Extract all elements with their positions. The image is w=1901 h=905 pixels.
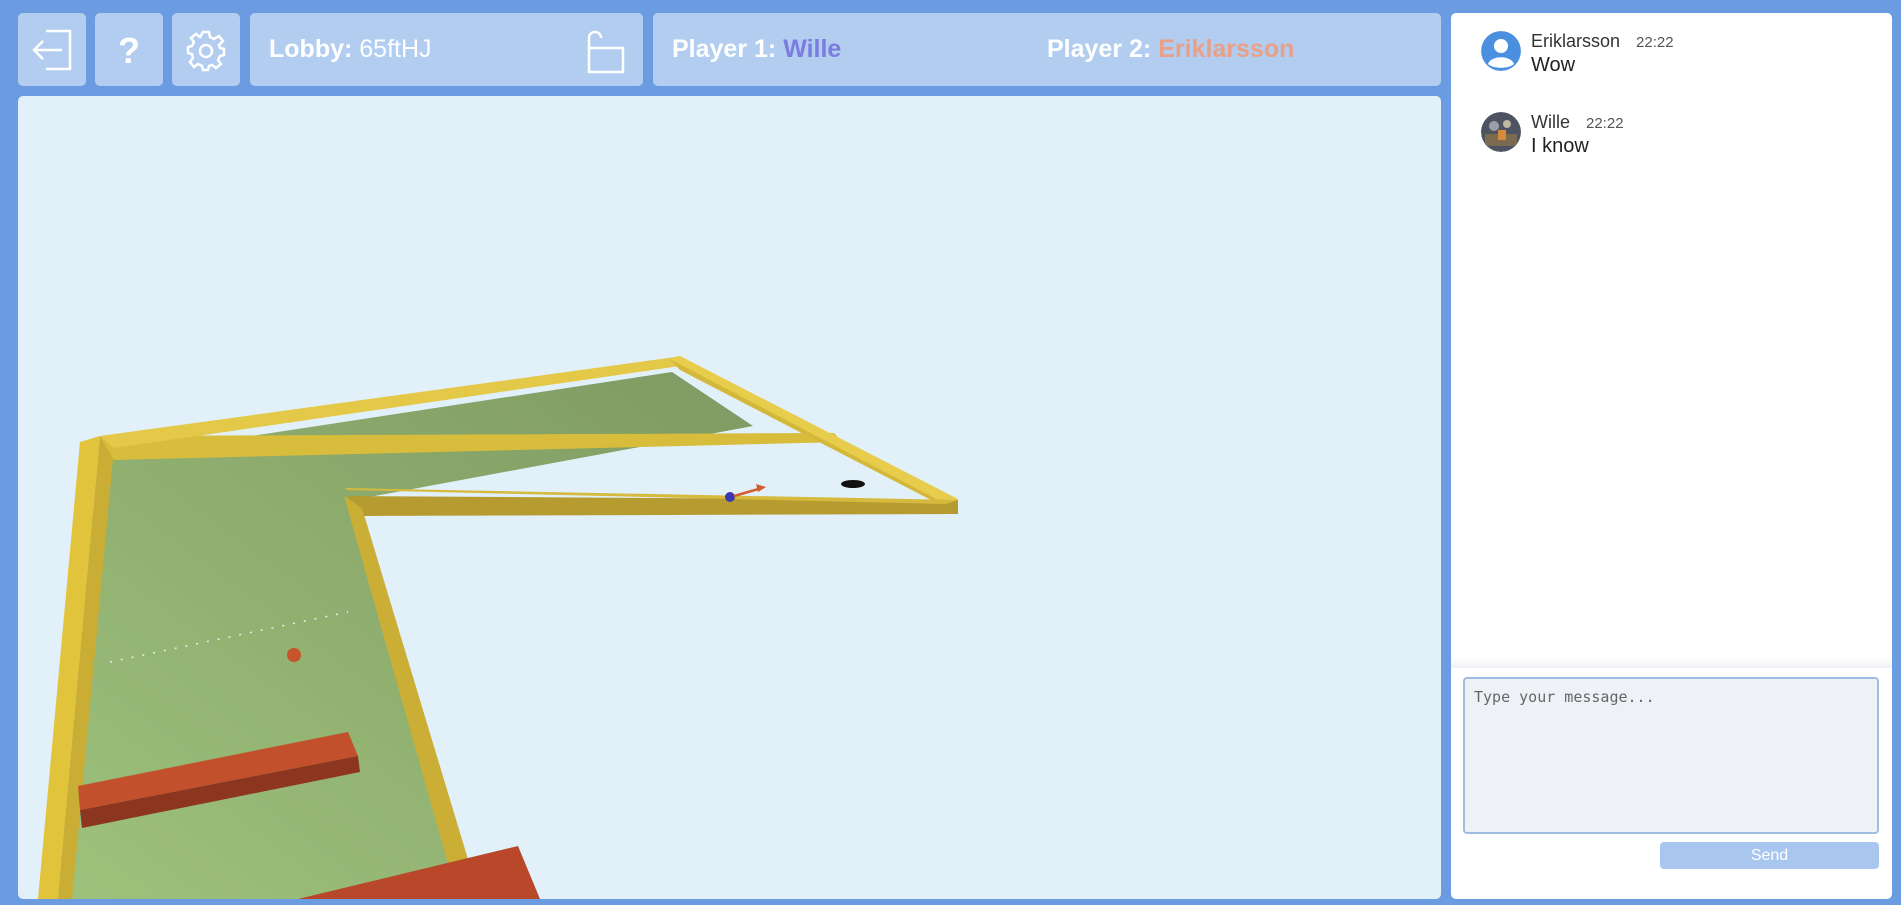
player2-label: Player 2: xyxy=(1047,35,1152,63)
game-canvas[interactable] xyxy=(18,96,1441,899)
player1-info: Player 1: Wille xyxy=(672,35,841,64)
send-button[interactable]: Send xyxy=(1660,842,1879,869)
chat-message: Wille 22:22 I know xyxy=(1481,112,1624,158)
arrow-head xyxy=(756,484,766,492)
chat-message-input[interactable] xyxy=(1463,677,1879,834)
chat-panel: Eriklarsson 22:22 Wow Wille 22:22 I know… xyxy=(1451,13,1892,899)
lobby-label: Lobby: xyxy=(269,35,353,63)
gear-icon xyxy=(186,30,226,71)
chat-divider xyxy=(1451,658,1892,668)
default-user-icon xyxy=(1481,31,1521,71)
message-text: Wow xyxy=(1531,54,1576,76)
player1-ball xyxy=(725,492,735,502)
help-icon: ? xyxy=(118,30,140,71)
player1-name: Wille xyxy=(783,35,842,63)
chat-messages: Eriklarsson 22:22 Wow Wille 22:22 I know xyxy=(1451,13,1892,658)
avatar xyxy=(1481,31,1521,71)
message-username: Wille xyxy=(1531,112,1570,132)
lobby-label-text: Lobby: 65ftHJ xyxy=(269,35,432,64)
chat-message: Eriklarsson 22:22 Wow xyxy=(1481,31,1674,77)
players-panel: Player 1: Wille Player 2: Eriklarsson xyxy=(653,13,1441,86)
user-photo xyxy=(1481,112,1521,152)
player2-info: Player 2: Eriklarsson xyxy=(1047,35,1294,64)
player1-label: Player 1: xyxy=(672,35,777,63)
exit-button[interactable] xyxy=(18,13,86,86)
settings-button[interactable] xyxy=(172,13,240,86)
message-time: 22:22 xyxy=(1636,34,1674,51)
golf-hole xyxy=(841,480,865,488)
avatar xyxy=(1481,112,1521,152)
help-button[interactable]: ? xyxy=(95,13,163,86)
player2-ball xyxy=(287,648,301,662)
lobby-code: 65ftHJ xyxy=(359,35,432,63)
minigolf-course xyxy=(38,356,958,899)
message-time: 22:22 xyxy=(1586,115,1624,132)
exit-icon xyxy=(32,29,72,70)
unlocked-padlock-icon[interactable] xyxy=(581,26,629,76)
svg-text:?: ? xyxy=(118,30,140,71)
player2-name: Eriklarsson xyxy=(1158,35,1295,63)
lobby-panel: Lobby: 65ftHJ xyxy=(250,13,643,86)
message-text: I know xyxy=(1531,135,1589,157)
message-username: Eriklarsson xyxy=(1531,31,1621,51)
